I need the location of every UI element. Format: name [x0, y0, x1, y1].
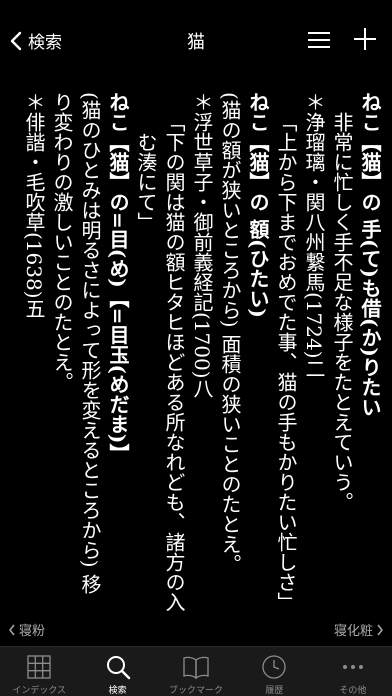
navigation-bar: 検索 猫 [0, 0, 392, 80]
previous-entry-link[interactable]: 寝粉 [8, 620, 45, 639]
book-icon [183, 656, 209, 680]
grid-icon [27, 655, 51, 679]
tab-index[interactable]: インデックス [0, 647, 78, 696]
more-icon [342, 665, 363, 669]
citation-quote: 「上から下までおめでた事、猫の手もかりたい忙しさ」 [274, 112, 298, 612]
tab-history[interactable]: 履歴 [235, 647, 313, 696]
definition-text: (猫の額が狭いところから) 面積の狭いことのたとえ。 [218, 92, 242, 574]
tab-label: その他 [339, 686, 367, 696]
headword-neko-no-te: ねこ【猫】の 手(て)も借(か)りたい [358, 92, 382, 417]
next-entry-link[interactable]: 寝化粧 [334, 620, 384, 639]
citation-source: ＊俳諧・毛吹草(1638)五 [22, 92, 46, 319]
chevron-left-icon [9, 624, 15, 635]
tab-bookmark[interactable]: ブックマーク [157, 647, 235, 696]
definition-text: 非常に忙しく手不足な様子をたとえていう。 [330, 112, 354, 512]
headword-neko-no-hitai: ねこ【猫】の 額(ひたい) [246, 92, 270, 318]
tab-label: インデックス [12, 686, 67, 696]
add-icon[interactable] [352, 26, 378, 52]
dictionary-screen: 検索 猫 ねこ【猫】の 手(て)も借(か)りたい 非常に忙しく手不足な様子をたと… [0, 0, 392, 696]
headword-neko-no-me: ねこ【猫】の=目(め)【=目玉(めだま)】 [106, 92, 130, 464]
chevron-right-icon [377, 624, 383, 635]
entry-pager: 寝粉 寝化粧 [0, 620, 392, 642]
entry-text: ねこ【猫】の 手(て)も借(か)りたい 非常に忙しく手不足な様子をたとえていう。… [0, 92, 392, 612]
search-icon [106, 656, 130, 680]
previous-entry-label: 寝粉 [19, 624, 46, 639]
tab-label: 検索 [108, 686, 127, 696]
tab-label: 履歴 [265, 686, 284, 696]
citation-quote-continued: む湊にて」 [134, 132, 158, 232]
clock-icon [262, 655, 287, 679]
citation-source: ＊浄瑠璃・関八州繋馬(1724)二 [302, 92, 326, 379]
next-entry-label: 寝化粧 [333, 624, 373, 639]
tab-more[interactable]: その他 [314, 647, 392, 696]
citation-source: ＊浮世草子・御前義経記(1700)八 [190, 92, 214, 399]
citation-quote: 「下の関は猫の額ヒタヒほどある所なれども、諸方の入込 [162, 112, 186, 612]
definition-text: (猫のひとみは明るさによって形を変えるところから) 移 [78, 92, 102, 594]
tab-search[interactable]: 検索 [78, 647, 156, 696]
list-menu-icon[interactable] [306, 28, 332, 52]
page-title: 猫 [187, 32, 205, 53]
definition-text-continued: り変わりの激しいことのたとえ。 [50, 92, 74, 392]
tab-label: ブックマーク [169, 686, 224, 696]
tab-bar: インデックス 検索 ブックマーク 履歴 その他 [0, 646, 392, 696]
